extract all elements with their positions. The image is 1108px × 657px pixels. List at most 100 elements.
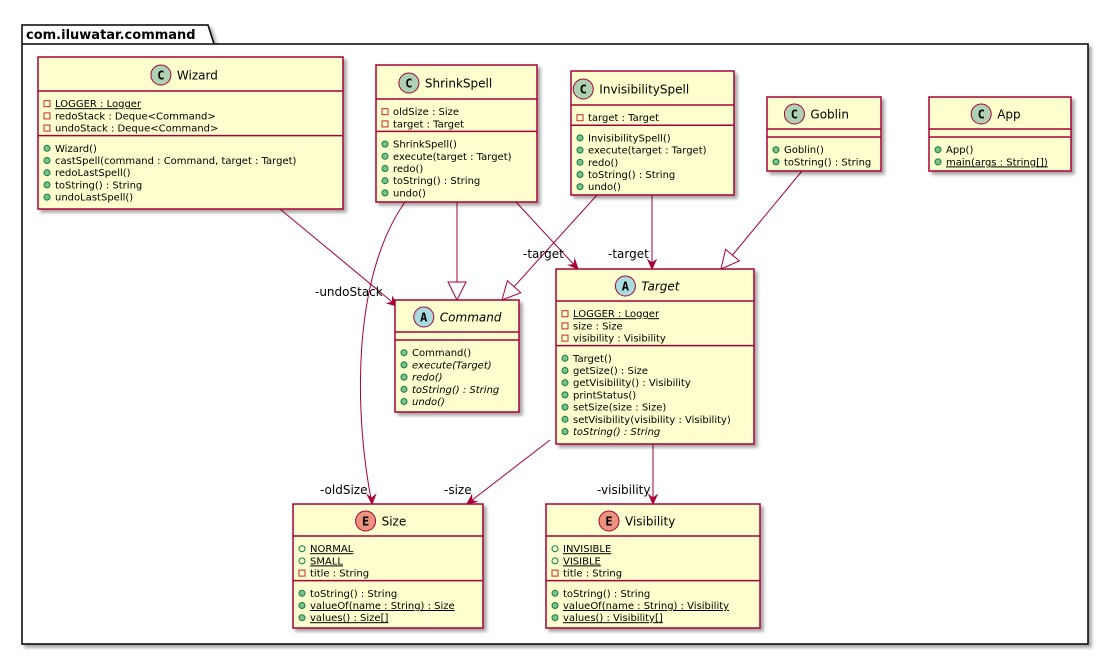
class-method: redo() (393, 164, 423, 175)
public-method-icon (561, 415, 569, 423)
public-method-icon (576, 134, 584, 142)
class-method: values() : Visibility[] (563, 613, 663, 624)
class-name: App (997, 108, 1020, 122)
public-method-icon (934, 158, 942, 166)
class-name: ShrinkSpell (425, 77, 492, 91)
class-method: redo() (588, 158, 618, 169)
class-method: getVisibility() : Visibility (573, 378, 691, 389)
public-method-icon (772, 158, 780, 166)
class-field: VISIBLE (563, 556, 601, 567)
public-method-icon (561, 391, 569, 399)
class-method: Target() (572, 354, 612, 365)
class-method: Goblin() (784, 145, 824, 156)
class-method: ShrinkSpell() (393, 140, 457, 151)
class-method: toString() : String (393, 176, 480, 187)
class-method: toString() : String (588, 170, 675, 181)
public-method-icon (561, 354, 569, 362)
class-field: title : String (563, 569, 622, 580)
public-method-icon (400, 361, 408, 369)
public-method-icon (561, 367, 569, 374)
class-method: App() (946, 145, 973, 156)
class-field: NORMAL (310, 544, 354, 555)
svg-text:E: E (362, 515, 369, 529)
public-method-icon (576, 158, 584, 166)
class-field: size : Size (573, 321, 623, 332)
class-name: Command (440, 311, 502, 325)
class-method: undo() (412, 397, 445, 408)
class-method: values() : Size[] (310, 613, 388, 624)
class-method: redo() (412, 373, 443, 384)
class-name: Visibility (625, 515, 675, 529)
public-method-icon (298, 614, 306, 622)
class-method: undo() (588, 182, 621, 193)
class-field: INVISIBLE (563, 544, 611, 555)
class-target: A Target LOGGER : Loggersize : Size visibil… (555, 268, 755, 445)
public-method-icon (400, 349, 408, 357)
public-method-icon (298, 589, 306, 597)
class-field: oldSize : Size (393, 107, 459, 118)
public-method-icon (381, 189, 389, 197)
class-method: execute(Target) (412, 360, 492, 371)
public-method-icon (298, 602, 306, 609)
public-method-icon (43, 193, 51, 201)
public-method-icon (561, 403, 569, 411)
class-method: Wizard() (55, 144, 97, 155)
class-method: valueOf(name : String) : Visibility (563, 601, 729, 612)
class-field: title : String (310, 569, 369, 580)
svg-text:C: C (791, 108, 798, 122)
class-name: Wizard (177, 69, 218, 83)
abstract-class-stereotype-icon: A (413, 306, 435, 328)
public-method-icon (551, 614, 559, 622)
public-method-icon (43, 169, 51, 177)
class-field: visibility : Visibility (573, 334, 666, 345)
class-method: valueOf(name : String) : Size (310, 601, 455, 612)
class-name: InvisibilitySpell (599, 83, 689, 97)
svg-text:C: C (978, 108, 985, 122)
class-method: execute(target : Target) (588, 146, 707, 157)
class-method: undoLastSpell() (55, 193, 133, 204)
public-method-icon (400, 398, 408, 405)
class-stereotype-icon: C (970, 103, 992, 125)
class-field: target : Target (588, 113, 659, 124)
svg-text:E: E (605, 515, 612, 529)
class-wizard: C Wizard LOGGER : LoggerredoStack : Deque<… (37, 56, 344, 210)
public-method-icon (381, 140, 389, 148)
public-method-icon (561, 428, 569, 435)
class-method: toString() : String (573, 427, 660, 438)
enum-stereotype-icon: E (598, 510, 620, 532)
class-shrinkspell: C ShrinkSpell oldSize : Sizetarget : Targe… (375, 64, 538, 203)
class-name: Size (382, 515, 407, 529)
edge-label-undostack: -undoStack (315, 285, 383, 299)
class-method: main(args : String[]) (946, 157, 1048, 168)
class-visibility: E Visibility INVISIBLEVISIBLE title : Strin… (545, 503, 761, 629)
class-command: A Command Command()execute(Target) redo()to… (394, 299, 520, 413)
class-goblin: C Goblin Goblin()toString() : String (766, 96, 882, 172)
class-method: printStatus() (573, 390, 636, 401)
package-title: com.iluwatar.command (26, 28, 196, 43)
public-method-icon (576, 171, 584, 178)
svg-text:C: C (580, 83, 587, 97)
svg-text:A: A (420, 311, 428, 325)
public-method-icon (400, 373, 408, 381)
public-method-icon (934, 146, 942, 154)
svg-text:C: C (157, 69, 164, 83)
svg-text:A: A (622, 280, 630, 294)
public-method-icon (576, 183, 584, 191)
class-method: toString() : String (784, 157, 871, 168)
class-method: redoLastSpell() (55, 168, 131, 179)
public-method-icon (43, 181, 51, 189)
class-method: getSize() : Size (573, 366, 648, 377)
class-name: Target (641, 280, 680, 294)
edge-label-visibility: -visibility (597, 483, 650, 497)
class-field: target : Target (393, 119, 464, 130)
public-method-icon (576, 146, 584, 154)
class-stereotype-icon: C (150, 64, 172, 86)
public-method-icon (381, 152, 389, 160)
class-app: C App App()main(args : String[]) (928, 96, 1072, 172)
class-stereotype-icon: C (398, 72, 420, 94)
class-method: execute(target : Target) (393, 152, 512, 163)
public-method-icon (551, 589, 559, 597)
class-method: InvisibilitySpell() (588, 133, 671, 144)
class-invisibilityspell: C InvisibilitySpell target : Target Invisib… (570, 70, 735, 196)
svg-text:C: C (405, 77, 412, 91)
